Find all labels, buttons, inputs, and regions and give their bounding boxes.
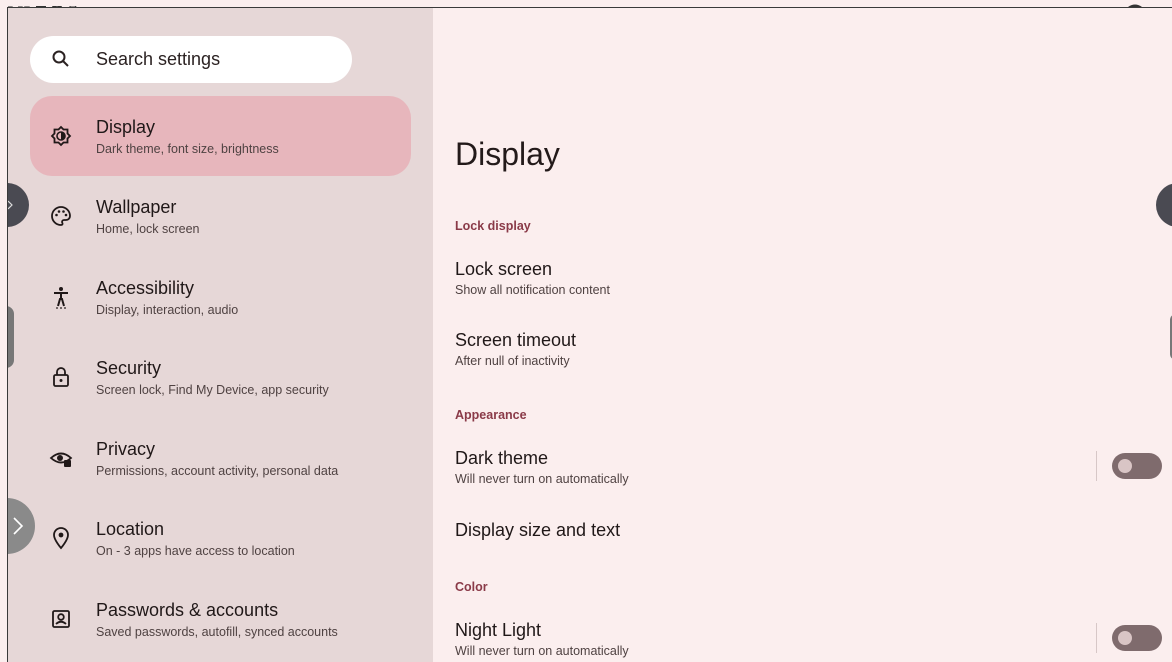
display-settings-pane: Display Lock display Lock screen Show al… <box>433 8 1172 662</box>
search-placeholder: Search settings <box>96 49 221 69</box>
palette-icon <box>51 206 71 226</box>
accessibility-icon <box>54 287 68 309</box>
sidebar-item-title: Passwords & accounts <box>96 600 279 620</box>
sidebar-item-subtitle: Saved passwords, autofill, synced accoun… <box>96 625 338 639</box>
night-light-toggle[interactable] <box>1112 625 1162 651</box>
sidebar-item-subtitle: Dark theme, font size, brightness <box>96 142 279 156</box>
sidebar-item-passwords-accounts[interactable]: Passwords & accounts Saved passwords, au… <box>30 579 411 659</box>
panel-expand-handle[interactable] <box>8 183 29 227</box>
search-icon <box>52 50 69 67</box>
row-subtitle: After null of inactivity <box>455 354 570 368</box>
sidebar-item-display[interactable]: Display Dark theme, font size, brightnes… <box>30 96 411 176</box>
chevron-right-icon <box>8 200 13 210</box>
sidebar-item-subtitle: Permissions, account activity, personal … <box>96 464 339 478</box>
section-header-lock-display: Lock display <box>455 219 531 233</box>
sidebar-item-subtitle: Display, interaction, audio <box>96 303 239 317</box>
chevron-right-icon <box>7 331 9 341</box>
sidebar-item-accessibility[interactable]: Accessibility Display, interaction, audi… <box>30 257 411 337</box>
section-header-appearance: Appearance <box>455 408 527 422</box>
toggle-knob <box>1118 459 1132 473</box>
row-title: Night Light <box>455 620 542 640</box>
row-title: Display size and text <box>455 520 621 540</box>
row-title: Lock screen <box>455 259 553 279</box>
settings-window: Search settings Display Dark theme, font… <box>7 7 1172 662</box>
location-pin-icon <box>53 527 69 550</box>
search-bar[interactable]: Search settings <box>30 36 352 83</box>
side-drag-handle[interactable] <box>7 306 14 368</box>
toggle-knob <box>1118 631 1132 645</box>
row-title: Screen timeout <box>455 330 577 350</box>
sidebar-item-title: Wallpaper <box>96 197 177 217</box>
sidebar-item-subtitle: On - 3 apps have access to location <box>96 544 295 558</box>
sidebar-item-title: Privacy <box>96 439 156 459</box>
dark-theme-toggle[interactable] <box>1112 453 1162 479</box>
display-brightness-icon <box>50 125 72 147</box>
account-box-icon <box>52 610 70 628</box>
row-subtitle: Will never turn on automatically <box>455 472 629 486</box>
sidebar-item-title: Location <box>96 519 165 539</box>
sidebar-item-location[interactable]: Location On - 3 apps have access to loca… <box>30 498 411 578</box>
sidebar-item-subtitle: Home, lock screen <box>96 222 200 236</box>
right-edge-handle[interactable] <box>1156 183 1172 227</box>
sidebar-item-wallpaper[interactable]: Wallpaper Home, lock screen <box>30 176 411 256</box>
sidebar-item-security[interactable]: Security Screen lock, Find My Device, ap… <box>30 337 411 417</box>
chevron-right-icon <box>13 517 24 535</box>
row-title: Dark theme <box>455 448 549 468</box>
sidebar-item-privacy[interactable]: Privacy Permissions, account activity, p… <box>30 418 411 498</box>
row-divider <box>1096 623 1097 653</box>
section-header-color: Color <box>455 580 488 594</box>
sidebar-item-title: Security <box>96 358 162 378</box>
row-subtitle: Show all notification content <box>455 283 610 297</box>
privacy-eye-icon <box>49 452 73 467</box>
lock-icon <box>53 367 69 387</box>
row-divider <box>1096 451 1097 481</box>
page-title: Display <box>455 136 560 172</box>
sidebar-item-subtitle: Screen lock, Find My Device, app securit… <box>96 383 329 397</box>
row-subtitle: Will never turn on automatically <box>455 644 629 658</box>
sidebar-item-title: Accessibility <box>96 278 195 298</box>
settings-nav-pane: Search settings Display Dark theme, font… <box>8 8 433 662</box>
sidebar-item-title: Display <box>96 117 156 137</box>
